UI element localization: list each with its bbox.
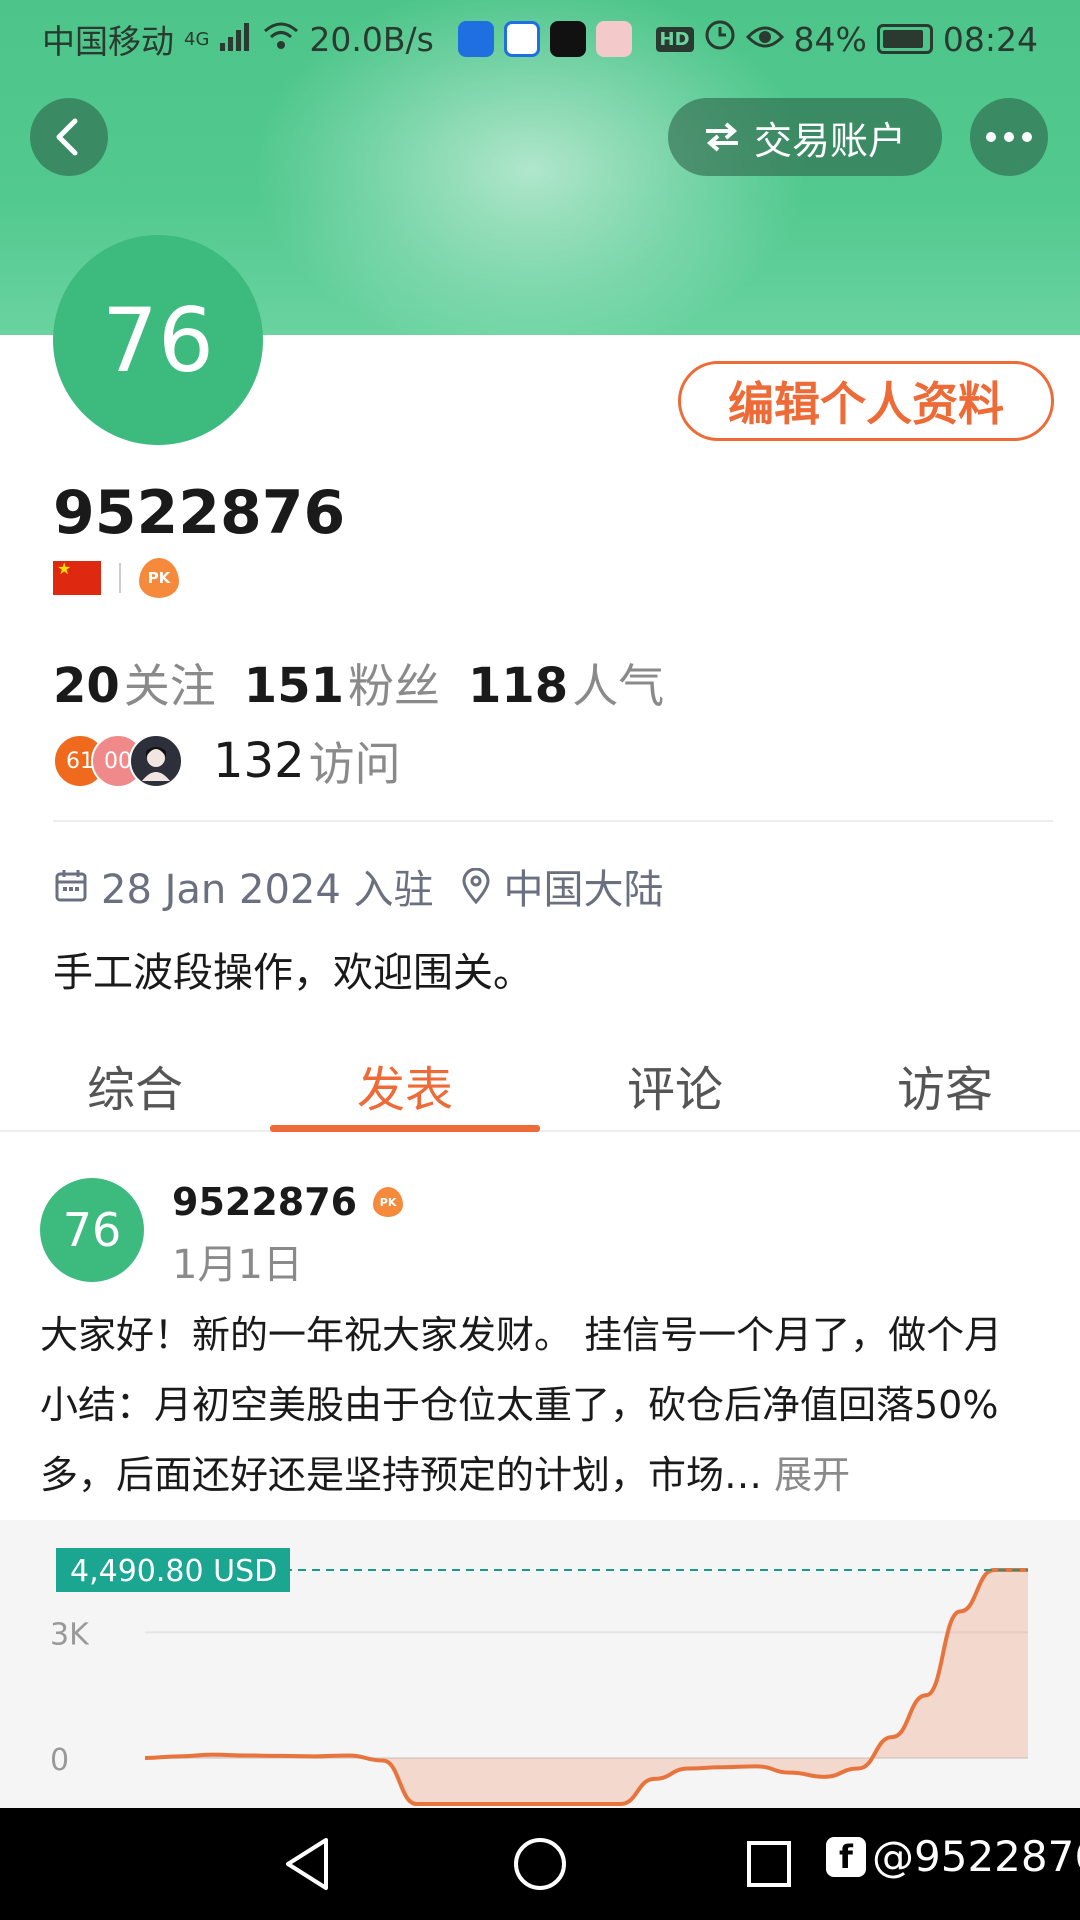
post-author-name[interactable]: 9522876 xyxy=(172,1180,357,1224)
badge-divider xyxy=(119,563,121,593)
network-label: 4G xyxy=(184,28,210,50)
watermark: f @9522876 xyxy=(826,1832,1080,1881)
follow-label: 关注 xyxy=(123,659,216,713)
battery-percent: 84% xyxy=(793,19,867,59)
chevron-left-icon xyxy=(56,118,78,156)
status-bar: 中国移动 4G 20.0B/s HD 84% 08:24 xyxy=(0,0,1080,78)
expand-link[interactable]: 展开 xyxy=(774,1453,850,1497)
profile-stats: 20关注 151粉丝 118人气 xyxy=(53,650,664,716)
clock-status-icon xyxy=(704,19,736,59)
post-author-avatar[interactable]: 76 xyxy=(40,1178,144,1282)
visits-count: 132 xyxy=(213,733,305,789)
equity-chart-svg: 4,490.80 USD 3K 0 xyxy=(50,1548,1028,1807)
equity-chart[interactable]: 4,490.80 USD 3K 0 xyxy=(0,1520,1080,1810)
visitor-avatar xyxy=(129,734,183,788)
facebook-icon: f xyxy=(826,1836,866,1877)
tab-posts[interactable]: 发表 xyxy=(270,1040,540,1132)
more-dots-icon xyxy=(986,132,1032,142)
y-tick-label: 0 xyxy=(50,1743,69,1778)
pk-badge-icon[interactable]: PK xyxy=(139,558,179,598)
tab-overview[interactable]: 综合 xyxy=(0,1040,270,1130)
profile-bio: 手工波段操作，欢迎围关。 xyxy=(53,950,533,996)
trade-account-label: 交易账户 xyxy=(753,118,906,163)
fans-count: 151 xyxy=(243,658,344,714)
app-notification-icon xyxy=(595,21,632,57)
edit-profile-button[interactable]: 编辑个人资料 xyxy=(678,361,1054,441)
tiktok-icon xyxy=(549,21,586,57)
tab-visitors[interactable]: 访客 xyxy=(810,1040,1080,1130)
battery-icon xyxy=(876,24,933,54)
network-speed: 20.0B/s xyxy=(309,19,434,59)
equity-area xyxy=(145,1570,1028,1805)
profile-avatar[interactable]: 76 xyxy=(53,235,263,445)
app-notification-icon xyxy=(503,21,540,57)
eye-icon xyxy=(745,20,784,59)
profile-username: 9522876 xyxy=(53,478,346,548)
trade-account-button[interactable]: 交易账户 xyxy=(668,98,942,176)
post-author: 9522876 PK xyxy=(172,1180,404,1224)
popularity-label: 人气 xyxy=(572,659,665,713)
join-date: 28 Jan 2024 入驻 xyxy=(101,867,434,913)
carrier-label: 中国移动 xyxy=(42,22,174,61)
home-circle-icon[interactable] xyxy=(512,1836,568,1892)
y-tick-label: 3K xyxy=(50,1617,90,1652)
post-date: 1月1日 xyxy=(172,1242,303,1288)
current-value-label: 4,490.80 USD xyxy=(70,1554,277,1589)
recents-square-icon[interactable] xyxy=(744,1836,794,1892)
profile-meta: 28 Jan 2024 入驻 中国大陆 xyxy=(53,857,664,915)
profile-badges: PK xyxy=(53,558,179,598)
tab-comments[interactable]: 评论 xyxy=(540,1040,810,1130)
status-left: 中国移动 4G 20.0B/s xyxy=(42,15,632,63)
location-pin-icon xyxy=(461,868,490,904)
back-triangle-icon[interactable] xyxy=(282,1836,332,1892)
popularity-count: 118 xyxy=(468,658,569,714)
section-divider xyxy=(53,820,1053,822)
visitors-row[interactable]: 61 00 132 访问 xyxy=(53,728,401,794)
follow-stat[interactable]: 20关注 xyxy=(53,650,216,716)
visits-label: 访问 xyxy=(308,737,401,791)
location-text: 中国大陆 xyxy=(503,867,664,913)
more-button[interactable] xyxy=(970,98,1048,176)
follow-count: 20 xyxy=(53,658,120,714)
app-notification-icon xyxy=(457,21,494,57)
signal-icon xyxy=(219,20,253,59)
post-body[interactable]: 大家好！新的一年祝大家发财。 挂信号一个月了，做个月小结：月初空美股由于仓位太重… xyxy=(40,1300,1040,1510)
china-flag-icon xyxy=(53,559,101,595)
post-text: 大家好！新的一年祝大家发财。 挂信号一个月了，做个月小结：月初空美股由于仓位太重… xyxy=(40,1313,1003,1497)
system-navigation-bar: f @9522876 xyxy=(0,1808,1080,1920)
clock-time: 08:24 xyxy=(942,19,1038,59)
popularity-stat[interactable]: 118人气 xyxy=(468,650,664,716)
profile-tabs: 综合 发表 评论 访客 xyxy=(0,1040,1080,1132)
status-right: HD 84% 08:24 xyxy=(655,19,1038,59)
swap-icon xyxy=(705,122,738,152)
wifi-icon xyxy=(263,20,299,59)
fans-label: 粉丝 xyxy=(348,659,440,713)
pk-badge-icon: PK xyxy=(373,1187,404,1217)
fans-stat[interactable]: 151粉丝 xyxy=(244,650,440,716)
watermark-text: @9522876 xyxy=(872,1832,1080,1881)
hd-label: HD xyxy=(655,26,694,52)
back-button[interactable] xyxy=(30,98,108,176)
calendar-icon xyxy=(55,870,87,902)
